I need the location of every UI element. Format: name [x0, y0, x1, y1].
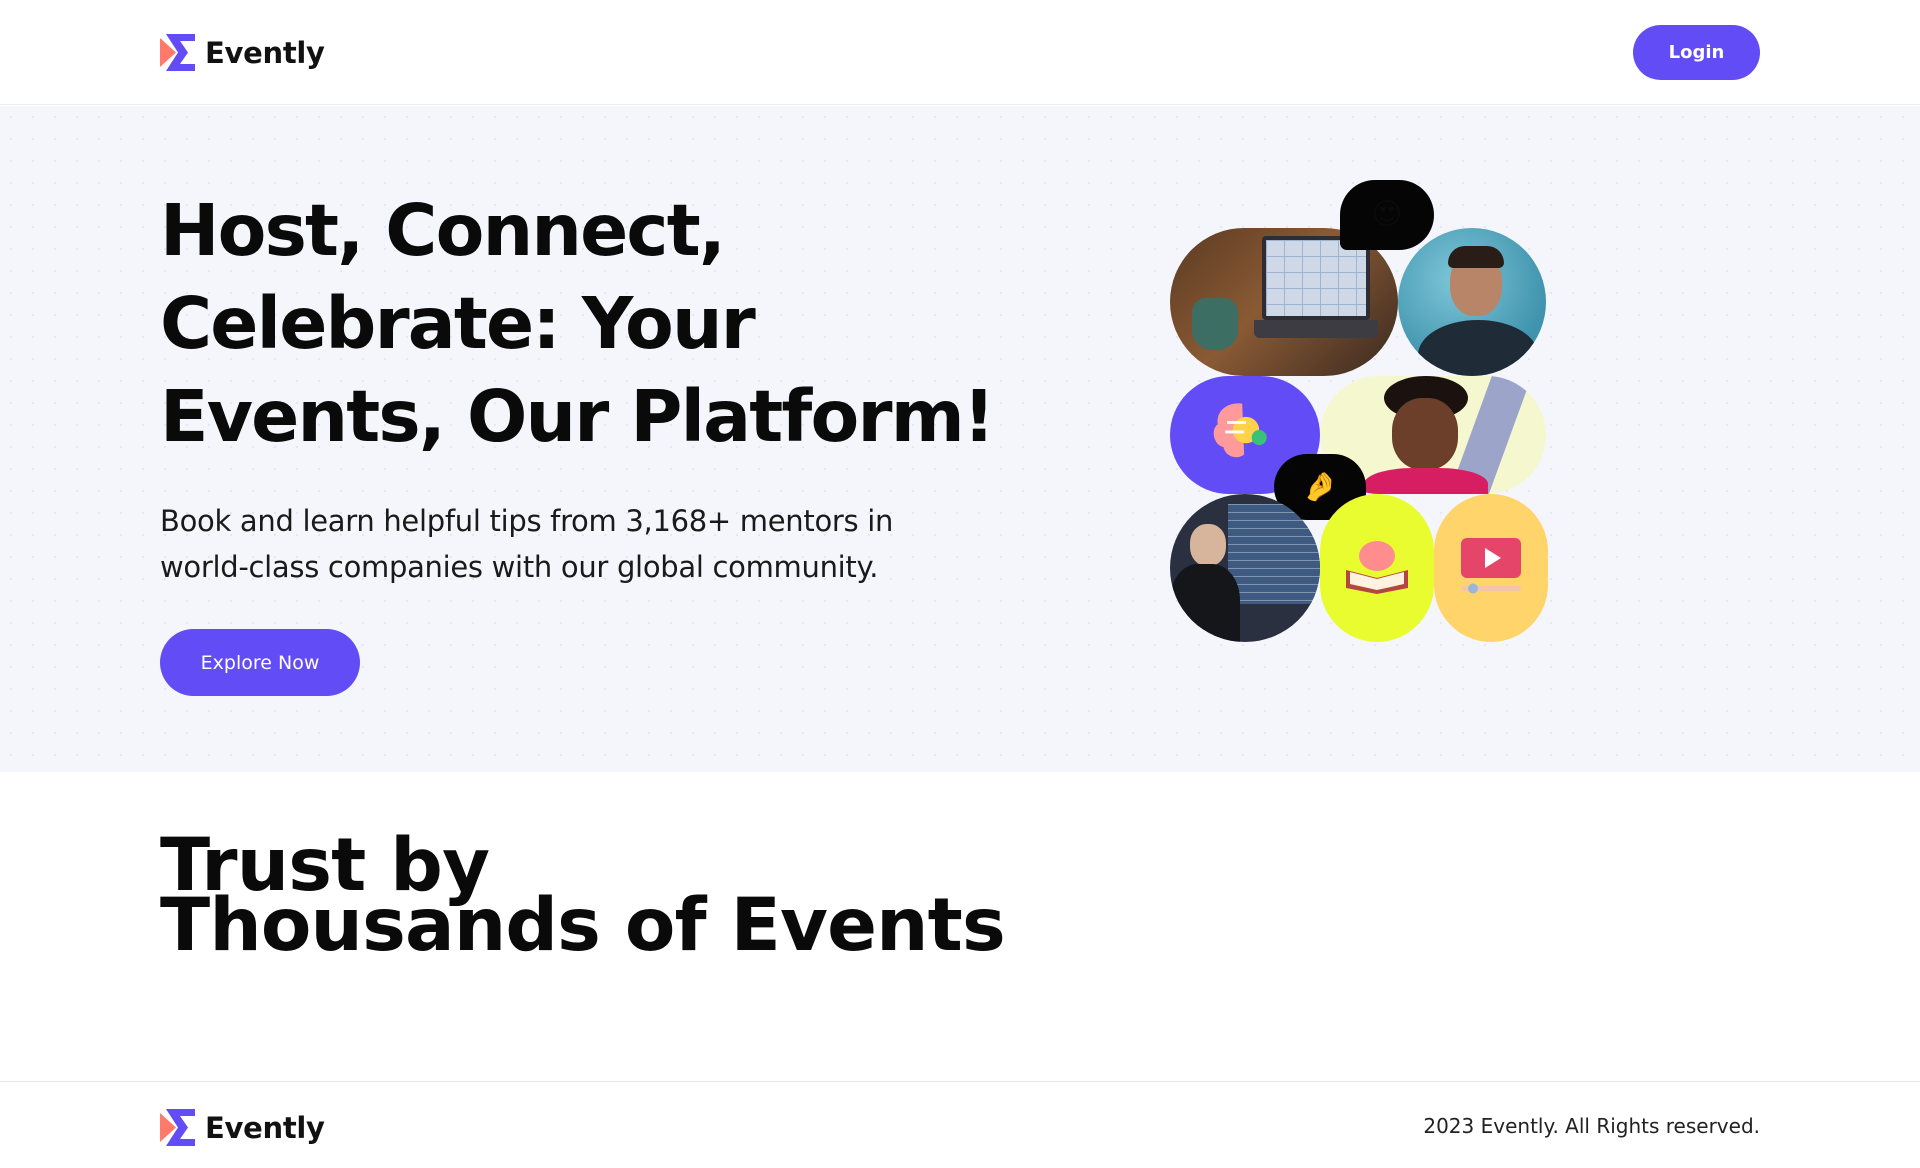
video-play-icon [1461, 538, 1521, 594]
pinch-emoji: 🤌 [1302, 470, 1338, 503]
hero-collage: 😍 🤌 [1170, 180, 1550, 642]
hero-title: Host, Connect, Celebrate: Your Events, O… [160, 189, 995, 458]
trust-section: Trust by Thousands of Events [160, 829, 1006, 968]
site-footer: Evently 2023 Evently. All Rights reserve… [0, 1081, 1920, 1168]
brain-book-tile [1320, 494, 1434, 642]
video-call-photo [1170, 228, 1398, 376]
speech-bubble-heart-eyes: 😍 [1340, 180, 1434, 250]
login-button[interactable]: Login [1633, 25, 1760, 80]
presenter-photo [1170, 494, 1320, 642]
video-play-tile [1434, 494, 1548, 642]
trust-heading: Trust by Thousands of Events [160, 829, 1006, 968]
hero-section: Host, Connect, Celebrate: Your Events, O… [0, 106, 1920, 772]
laughing-man-photo [1398, 228, 1546, 376]
trust-heading-line-2: Thousands of Events [160, 883, 1006, 968]
brain-book-icon [1346, 541, 1408, 594]
header-logo[interactable]: Evently [160, 34, 325, 71]
footer-logo[interactable]: Evently [160, 1109, 325, 1146]
site-header: Evently Login [0, 0, 1920, 105]
copyright-text: 2023 Evently. All Rights reserved. [1423, 1114, 1760, 1138]
footer-brand-name: Evently [205, 1110, 325, 1145]
hero-subtitle: Book and learn helpful tips from 3,168+ … [160, 504, 894, 584]
evently-logo-icon [160, 1109, 195, 1146]
explore-now-button[interactable]: Explore Now [160, 629, 360, 696]
brand-name: Evently [205, 35, 325, 70]
heart-eyes-emoji: 😍 [1371, 197, 1403, 232]
brain-gear-icon [1213, 403, 1267, 458]
evently-logo-icon [160, 34, 195, 71]
